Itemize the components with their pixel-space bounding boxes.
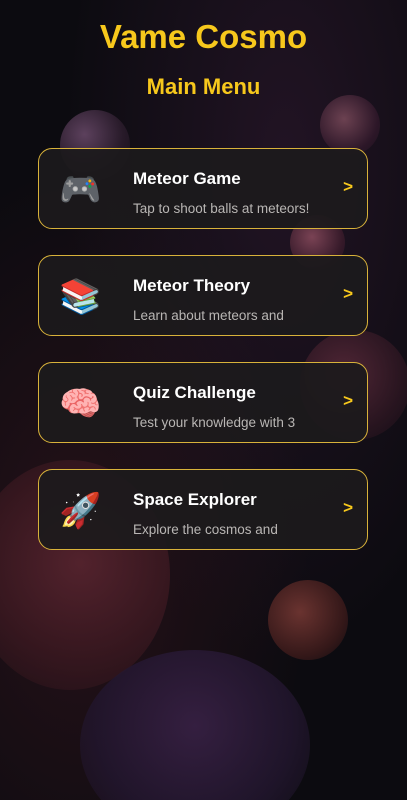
chevron-right-icon: > <box>343 284 353 303</box>
menu-card-description: Test your knowledge with 3 <box>133 415 296 430</box>
main-menu: 🎮 Meteor Game Tap to shoot balls at mete… <box>38 148 370 576</box>
chevron-right-icon: > <box>343 391 353 410</box>
menu-card-title: Meteor Theory <box>133 276 251 295</box>
menu-card-quiz-challenge[interactable]: 🧠 Quiz Challenge Test your knowledge wit… <box>38 362 368 443</box>
rocket-icon: 🚀 <box>59 492 102 530</box>
menu-card-description: Tap to shoot balls at meteors! <box>133 201 310 216</box>
menu-card-meteor-theory[interactable]: 📚 Meteor Theory Learn about meteors and … <box>38 255 368 336</box>
page-subtitle: Main Menu <box>146 74 261 99</box>
menu-card-space-explorer[interactable]: 🚀 Space Explorer Explore the cosmos and … <box>38 469 368 550</box>
brain-icon: 🧠 <box>59 385 102 423</box>
menu-card-description: Explore the cosmos and <box>133 522 278 537</box>
planet-decoration <box>268 580 348 660</box>
menu-card-description: Learn about meteors and <box>133 308 284 323</box>
game-controller-icon: 🎮 <box>59 171 102 209</box>
app-title: Vame Cosmo <box>99 18 308 55</box>
menu-card-meteor-game[interactable]: 🎮 Meteor Game Tap to shoot balls at mete… <box>38 148 368 229</box>
menu-card-title: Quiz Challenge <box>133 383 256 402</box>
menu-card-title: Space Explorer <box>133 490 257 509</box>
books-icon: 📚 <box>59 278 102 316</box>
chevron-right-icon: > <box>343 177 353 196</box>
menu-card-title: Meteor Game <box>133 169 241 188</box>
chevron-right-icon: > <box>343 498 353 517</box>
planet-decoration <box>320 95 380 155</box>
